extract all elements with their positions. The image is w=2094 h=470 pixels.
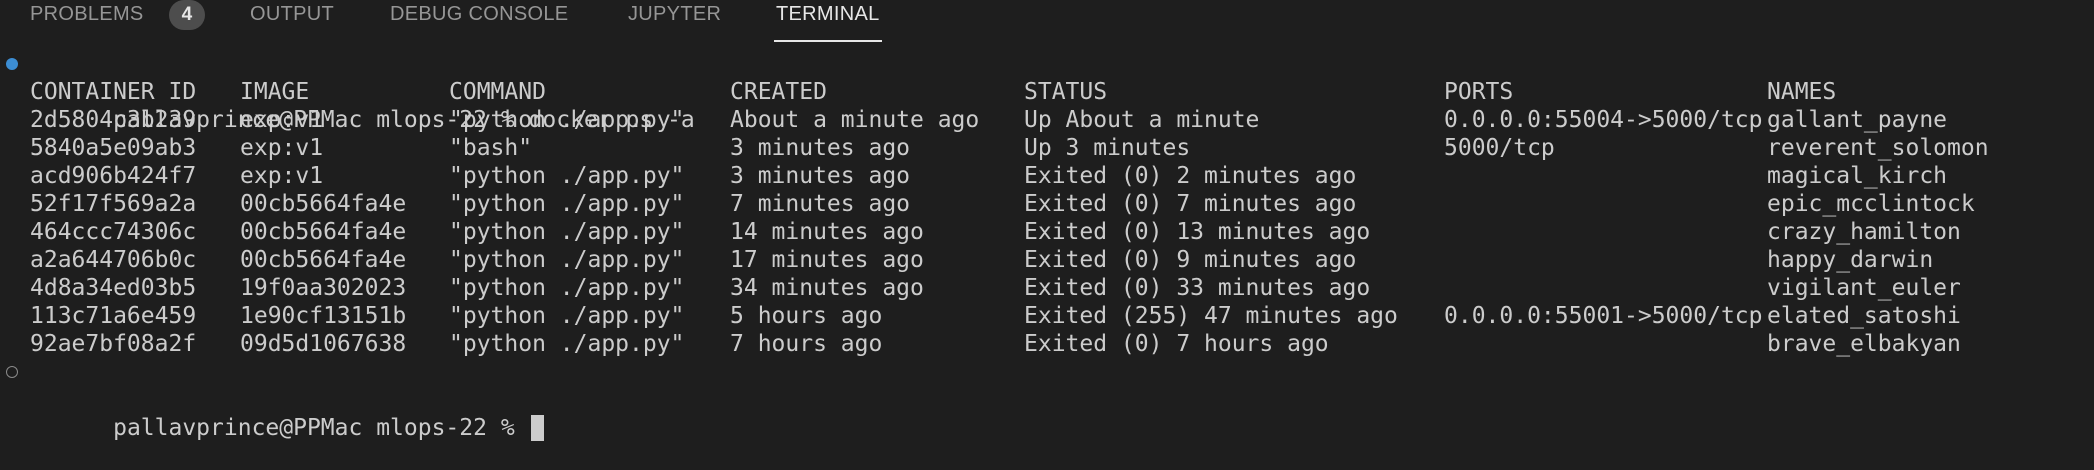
prompt: pallavprince@PPMac mlops-22 % xyxy=(113,415,515,441)
cell-names: epic_mcclintock xyxy=(1767,191,1975,217)
terminal-output[interactable]: pallavprince@PPMac mlops-22 % docker ps … xyxy=(6,50,1989,441)
tab-problems[interactable]: PROBLEMS xyxy=(30,0,144,40)
cell-created: 3 minutes ago xyxy=(730,163,911,189)
header-command: COMMAND xyxy=(449,79,546,105)
cell-command: "python ./app.py" xyxy=(449,107,685,133)
command-line: pallavprince@PPMac mlops-22 % docker ps … xyxy=(6,50,695,133)
cell-created: 17 minutes ago xyxy=(730,247,924,273)
table-row: 5840a5e09ab3 exp:v1 "bash" 3 minutes ago… xyxy=(30,134,1989,162)
cell-names: brave_elbakyan xyxy=(1767,331,1961,357)
cell-names: reverent_solomon xyxy=(1767,135,1989,161)
cell-image: exp:v1 xyxy=(240,163,324,189)
cell-command: "python ./app.py" xyxy=(449,219,685,245)
table-row: 113c71a6e459 1e90cf13151b "python ./app.… xyxy=(30,302,1961,330)
cell-image: 19f0aa302023 xyxy=(240,275,407,301)
cell-ports: 5000/tcp xyxy=(1444,135,1555,161)
table-row: a2a644706b0c 00cb5664fa4e "python ./app.… xyxy=(30,246,1933,274)
header-status: STATUS xyxy=(1024,79,1108,105)
cell-image: 1e90cf13151b xyxy=(240,303,407,329)
problems-count-badge: 4 xyxy=(169,0,205,30)
cell-image: 00cb5664fa4e xyxy=(240,247,407,273)
table-row: acd906b424f7 exp:v1 "python ./app.py" 3 … xyxy=(30,162,1947,190)
cell-image: 00cb5664fa4e xyxy=(240,219,407,245)
table-row: 52f17f569a2a 00cb5664fa4e "python ./app.… xyxy=(30,190,1975,218)
command-success-dot-icon[interactable] xyxy=(6,58,18,70)
header-ports: PORTS xyxy=(1444,79,1514,105)
cell-names: gallant_payne xyxy=(1767,107,1948,133)
header-container-id: CONTAINER ID xyxy=(30,79,197,105)
cell-ports: 0.0.0.0:55004->5000/tcp xyxy=(1444,107,1763,133)
table-row: 464ccc74306c 00cb5664fa4e "python ./app.… xyxy=(30,218,1961,246)
cell-created: 7 hours ago xyxy=(730,331,883,357)
cell-status: Exited (255) 47 minutes ago xyxy=(1024,303,1398,329)
header-names: NAMES xyxy=(1767,79,1837,105)
tab-problems-label: PROBLEMS xyxy=(30,3,144,25)
cell-names: elated_satoshi xyxy=(1767,303,1961,329)
cell-command: "python ./app.py" xyxy=(449,275,685,301)
cell-command: "python ./app.py" xyxy=(449,331,685,357)
tab-terminal[interactable]: TERMINAL xyxy=(774,0,882,42)
cell-status: Exited (0) 7 minutes ago xyxy=(1024,191,1357,217)
cell-created: 3 minutes ago xyxy=(730,135,911,161)
cell-names: magical_kirch xyxy=(1767,163,1948,189)
cell-image: exp:v1 xyxy=(240,135,324,161)
cell-command: "python ./app.py" xyxy=(449,303,685,329)
cell-status: Exited (0) 13 minutes ago xyxy=(1024,219,1371,245)
tab-jupyter[interactable]: JUPYTER xyxy=(628,0,721,40)
cell-command: "python ./app.py" xyxy=(449,163,685,189)
table-row: 4d8a34ed03b5 19f0aa302023 "python ./app.… xyxy=(30,274,1961,302)
table-row: 92ae7bf08a2f 09d5d1067638 "python ./app.… xyxy=(30,330,1961,358)
header-image: IMAGE xyxy=(240,79,310,105)
cell-container-id: acd906b424f7 xyxy=(30,163,197,189)
tab-debug-console-label: DEBUG CONSOLE xyxy=(390,3,569,25)
cell-image: 09d5d1067638 xyxy=(240,331,407,357)
prompt-pending-dot-icon[interactable] xyxy=(6,366,18,378)
cell-names: crazy_hamilton xyxy=(1767,219,1961,245)
cell-status: Up 3 minutes xyxy=(1024,135,1191,161)
cell-created: 7 minutes ago xyxy=(730,191,911,217)
cell-image: exp:v1 xyxy=(240,107,324,133)
tab-terminal-label: TERMINAL xyxy=(776,3,880,25)
cell-status: Up About a minute xyxy=(1024,107,1260,133)
cell-container-id: 113c71a6e459 xyxy=(30,303,197,329)
cell-container-id: 4d8a34ed03b5 xyxy=(30,275,197,301)
cell-image: 00cb5664fa4e xyxy=(240,191,407,217)
cell-created: About a minute ago xyxy=(730,107,980,133)
table-row: 2d5804c3b239 exp:v1 "python ./app.py" Ab… xyxy=(30,106,1947,134)
cell-command: "python ./app.py" xyxy=(449,191,685,217)
active-prompt-line[interactable]: pallavprince@PPMac mlops-22 % xyxy=(6,358,695,441)
tab-output[interactable]: OUTPUT xyxy=(250,0,334,40)
cell-names: vigilant_euler xyxy=(1767,275,1961,301)
cell-status: Exited (0) 33 minutes ago xyxy=(1024,275,1371,301)
table-header-row: CONTAINER ID IMAGE COMMAND CREATED STATU… xyxy=(30,78,1836,106)
cell-created: 34 minutes ago xyxy=(730,275,924,301)
cell-created: 14 minutes ago xyxy=(730,219,924,245)
cell-container-id: 52f17f569a2a xyxy=(30,191,197,217)
cell-status: Exited (0) 2 minutes ago xyxy=(1024,163,1357,189)
cell-ports: 0.0.0.0:55001->5000/tcp xyxy=(1444,303,1763,329)
cell-names: happy_darwin xyxy=(1767,247,1934,273)
container-rows: 2d5804c3b239 exp:v1 "python ./app.py" Ab… xyxy=(30,106,1989,358)
header-created: CREATED xyxy=(730,79,827,105)
cell-container-id: 5840a5e09ab3 xyxy=(30,135,197,161)
cell-created: 5 hours ago xyxy=(730,303,883,329)
cell-command: "python ./app.py" xyxy=(449,247,685,273)
cell-status: Exited (0) 7 hours ago xyxy=(1024,331,1329,357)
terminal-cursor xyxy=(530,415,544,441)
cell-container-id: 464ccc74306c xyxy=(30,219,197,245)
cell-status: Exited (0) 9 minutes ago xyxy=(1024,247,1357,273)
cell-container-id: a2a644706b0c xyxy=(30,247,197,273)
tab-debug-console[interactable]: DEBUG CONSOLE xyxy=(390,0,568,40)
panel: PROBLEMS 4 OUTPUT DEBUG CONSOLE JUPYTER … xyxy=(0,0,2094,470)
tab-output-label: OUTPUT xyxy=(250,3,335,25)
cell-container-id: 92ae7bf08a2f xyxy=(30,331,197,357)
cell-container-id: 2d5804c3b239 xyxy=(30,107,197,133)
cell-command: "bash" xyxy=(449,135,533,161)
tab-jupyter-label: JUPYTER xyxy=(628,3,722,25)
